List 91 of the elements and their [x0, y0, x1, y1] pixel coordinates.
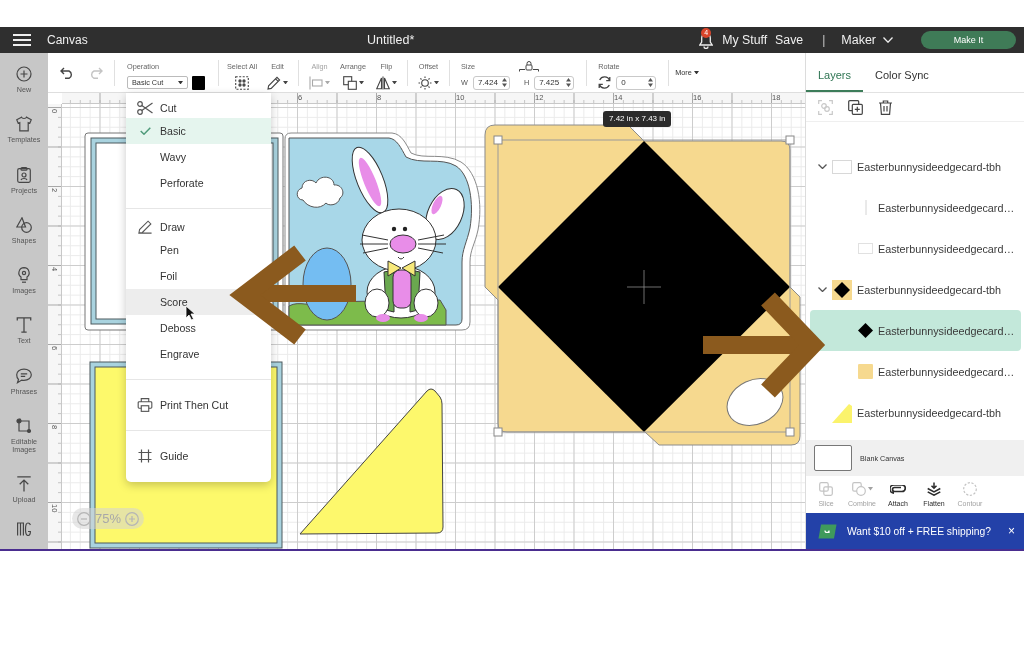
- rotate-icon[interactable]: [598, 76, 612, 89]
- triangle-shape[interactable]: [299, 388, 444, 535]
- pen-icon: [137, 220, 153, 234]
- zoom-level: 75%: [95, 511, 122, 526]
- menu-icon[interactable]: [13, 34, 31, 46]
- chevron-icon[interactable]: [817, 287, 827, 292]
- menu-item[interactable]: Pen: [126, 237, 183, 263]
- menu-item[interactable]: Foil: [126, 263, 182, 289]
- menu-item[interactable]: Print Then Cut: [126, 392, 233, 418]
- undo-icon[interactable]: [60, 66, 74, 79]
- cursor-icon: [185, 305, 196, 321]
- crosshair-icon: [626, 269, 662, 305]
- speech-bubble-icon: [16, 367, 32, 384]
- layer-row[interactable]: Easterbunnysideedgecard…: [810, 310, 1021, 351]
- clipboard-icon: [16, 166, 32, 183]
- node-square-icon: [16, 417, 32, 434]
- lock-icon[interactable]: [519, 61, 540, 72]
- lightbulb-icon: [16, 267, 32, 284]
- scissors-icon: [137, 101, 153, 115]
- layer-row[interactable]: Easterbunnysideedgecard-tbh: [810, 146, 1021, 187]
- chevron-icon[interactable]: [817, 164, 827, 169]
- selection-handle[interactable]: [785, 135, 795, 145]
- machine-selector[interactable]: Maker: [841, 33, 893, 47]
- promo-text: Want $10 off + FREE shipping?: [847, 525, 991, 537]
- rectangle-icon: [858, 243, 873, 254]
- spinner-icon[interactable]: [648, 78, 654, 87]
- stacked-squares-icon: [342, 75, 357, 90]
- offset-icon: [418, 75, 432, 90]
- text-tool-icon: [16, 317, 32, 334]
- pencil-icon: [267, 75, 281, 90]
- panel-tab[interactable]: Color Sync: [863, 53, 941, 92]
- tag-icon: [818, 523, 837, 539]
- diamond-tile-icon: [832, 279, 852, 300]
- delete-icon[interactable]: [878, 99, 893, 115]
- dashed-square-icon: [235, 75, 249, 90]
- flatten-icon: [927, 482, 941, 496]
- selection-handle[interactable]: [785, 427, 795, 437]
- nav-link[interactable]: My Stuff: [722, 33, 768, 47]
- menu-item[interactable]: Perforate: [126, 170, 208, 196]
- guide-icon: [137, 449, 153, 463]
- check-icon: [139, 127, 151, 135]
- rotate-field[interactable]: 0: [616, 75, 657, 90]
- slice-icon: [819, 482, 833, 496]
- caret-icon: [693, 70, 699, 75]
- rectangle-icon: [814, 445, 852, 471]
- duplicate-icon[interactable]: [848, 99, 863, 115]
- flip-icon: [376, 75, 390, 90]
- triangle-icon: [832, 402, 852, 423]
- close-button[interactable]: ×: [1008, 525, 1015, 537]
- paperclip-icon: [890, 484, 906, 494]
- make-it-button[interactable]: Make It: [921, 31, 1016, 49]
- plus-circle-icon: [16, 66, 32, 82]
- shirt-icon: [16, 116, 32, 133]
- selection-handle[interactable]: [493, 427, 503, 437]
- caret-icon: [178, 80, 183, 85]
- width-field[interactable]: 7.424: [472, 75, 510, 90]
- size-tooltip: 7.42 in x 7.43 in: [603, 111, 672, 127]
- layer-row[interactable]: Easterbunnysideedgecard-tbh: [810, 392, 1021, 433]
- menu-item[interactable]: Guide: [126, 443, 193, 469]
- layer-row[interactable]: Easterbunnysideedgecard-tbh: [810, 269, 1021, 310]
- diamond-icon: [858, 323, 873, 338]
- layer-row[interactable]: Easterbunnysideedgecard…: [810, 187, 1021, 228]
- height-field[interactable]: 7.425: [534, 75, 575, 90]
- menu-item[interactable]: Draw: [126, 217, 189, 237]
- combine-icon: [851, 482, 866, 496]
- layer-row[interactable]: Easterbunnysideedgecard…: [810, 351, 1021, 392]
- menu-item[interactable]: Cut: [126, 98, 181, 118]
- menu-item[interactable]: Engrave: [126, 341, 204, 367]
- panel-tab[interactable]: Layers: [806, 53, 864, 92]
- align-icon: [309, 75, 323, 90]
- chevron-down-icon: [883, 37, 893, 43]
- app-title: Canvas: [47, 33, 88, 47]
- square-icon: [858, 364, 873, 379]
- spinner-icon[interactable]: [566, 78, 572, 87]
- rectangle-icon: [832, 159, 852, 174]
- monogram-icon[interactable]: [17, 522, 31, 537]
- shapes-icon: [16, 216, 32, 233]
- menu-item[interactable]: Basic: [126, 118, 271, 144]
- selection-handle[interactable]: [493, 135, 503, 145]
- printer-icon: [137, 398, 153, 412]
- menu-item[interactable]: Deboss: [126, 315, 200, 341]
- dashed-circle-icon: [963, 482, 977, 496]
- spinner-icon[interactable]: [501, 78, 507, 87]
- color-swatch-icon[interactable]: [192, 75, 205, 90]
- separator-text: |: [822, 33, 826, 47]
- document-title: Untitled*: [367, 33, 415, 47]
- menu-item[interactable]: Wavy: [126, 144, 191, 170]
- nav-link[interactable]: Save: [775, 33, 804, 47]
- promo-banner[interactable]: Want $10 off + FREE shipping? ×: [806, 513, 1024, 549]
- layer-row[interactable]: Easterbunnysideedgecard…: [810, 228, 1021, 269]
- upload-icon: [16, 475, 32, 492]
